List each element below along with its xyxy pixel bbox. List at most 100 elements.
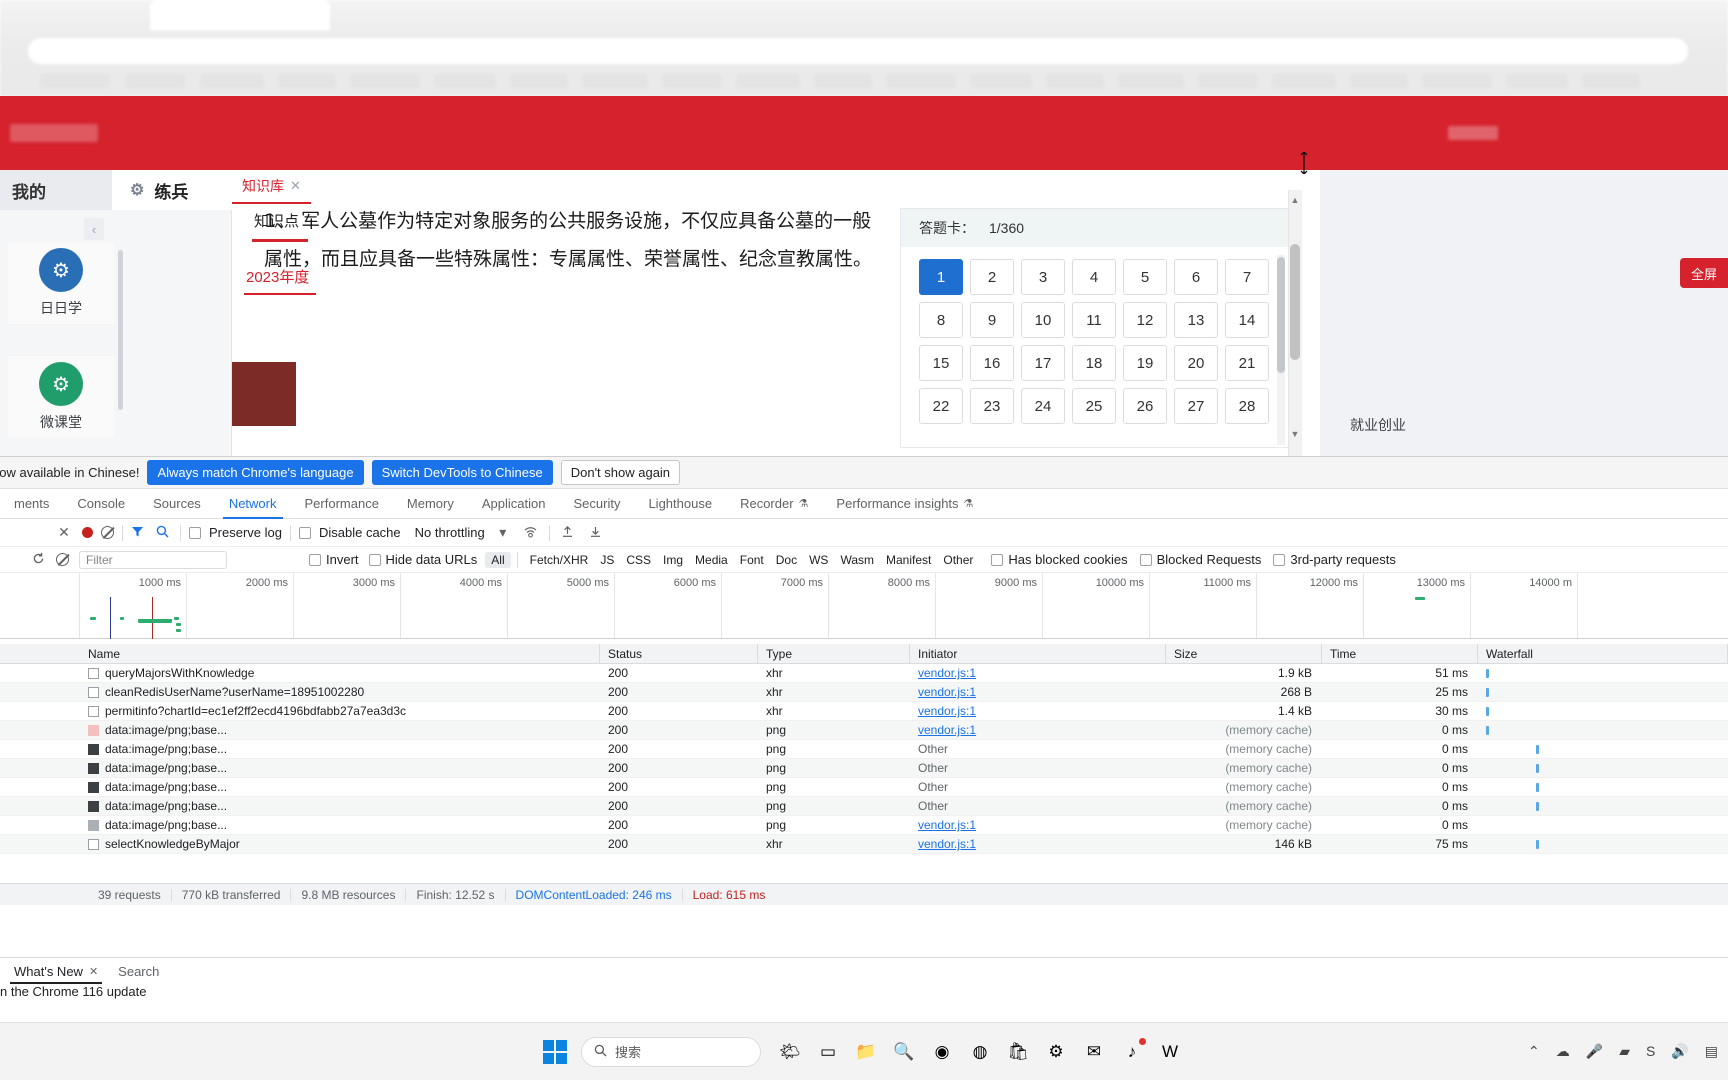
omnibox[interactable]: [28, 38, 1688, 64]
chevron-up-icon[interactable]: ⌃: [1528, 1043, 1540, 1060]
invert-checkbox[interactable]: [309, 553, 321, 566]
cell-initiator[interactable]: vendor.js:1: [910, 683, 1166, 702]
cell-initiator[interactable]: vendor.js:1: [910, 664, 1166, 683]
close-icon[interactable]: ✕: [54, 524, 74, 541]
devtools-tab-application[interactable]: Application: [468, 489, 560, 519]
filter-type-ws[interactable]: WS: [803, 552, 834, 568]
network-icon[interactable]: ▰: [1619, 1043, 1630, 1060]
preserve-log-checkbox[interactable]: [189, 526, 201, 539]
answer-cell[interactable]: 3: [1021, 259, 1065, 295]
filter-type-media[interactable]: Media: [689, 552, 734, 568]
blocked-requests-checkbox[interactable]: [1139, 553, 1152, 566]
close-icon[interactable]: ✕: [89, 965, 98, 978]
table-row[interactable]: selectKnowledgeByMajor 200 xhr vendor.js:1 1…: [0, 835, 1728, 854]
bookmark-item[interactable]: [1422, 74, 1492, 88]
bookmark-item[interactable]: [1582, 74, 1640, 88]
devtools-tab-ments[interactable]: ments: [0, 489, 63, 519]
site-tab-lianbing[interactable]: ⚙ 练兵: [112, 170, 232, 210]
answer-cell[interactable]: 7: [1225, 259, 1269, 295]
cell-initiator[interactable]: vendor.js:1: [910, 816, 1166, 835]
answer-cell[interactable]: 1: [919, 259, 963, 295]
taskbar-search-box[interactable]: 搜索: [581, 1036, 761, 1067]
has-blocked-cookies-checkbox[interactable]: [991, 553, 1004, 566]
sidebar-collapse-button[interactable]: ‹: [84, 218, 104, 240]
devtools-tab-performance-insights[interactable]: Performance insights ⚗: [822, 489, 987, 519]
filter-type-wasm[interactable]: Wasm: [834, 552, 880, 568]
cloud-icon[interactable]: ☁: [1556, 1043, 1570, 1060]
table-row[interactable]: data:image/png;base... 200 png Other (memory…: [0, 797, 1728, 816]
answer-cell[interactable]: 8: [919, 302, 963, 338]
devtools-tab-network[interactable]: Network: [215, 489, 291, 519]
answer-cell[interactable]: 15: [919, 345, 963, 381]
table-row[interactable]: data:image/png;base... 200 png vendor.js:1 (…: [0, 721, 1728, 740]
answer-cell[interactable]: 27: [1174, 388, 1218, 424]
devtools-tab-sources[interactable]: Sources: [139, 489, 215, 519]
scroll-up-icon[interactable]: ▲: [1289, 194, 1301, 206]
filter-type-img[interactable]: Img: [657, 552, 689, 568]
cell-initiator[interactable]: Other: [910, 797, 1166, 816]
notification-icon[interactable]: ▤: [1705, 1043, 1718, 1060]
initiator-link[interactable]: vendor.js:1: [918, 818, 976, 832]
reload-icon[interactable]: [28, 552, 48, 568]
answer-cell[interactable]: 10: [1021, 302, 1065, 338]
bookmark-item[interactable]: [434, 74, 496, 88]
answer-cell[interactable]: 13: [1174, 302, 1218, 338]
table-row[interactable]: data:image/png;base... 200 png Other (memory…: [0, 759, 1728, 778]
bookmark-item[interactable]: [200, 74, 264, 88]
bookmark-item[interactable]: [736, 74, 800, 88]
sogou-icon[interactable]: S: [1646, 1043, 1655, 1059]
clear-icon[interactable]: [56, 553, 69, 566]
bookmark-item[interactable]: [1506, 74, 1568, 88]
devtools-tab-recorder[interactable]: Recorder ⚗: [726, 489, 822, 519]
answer-card-scrollbar-thumb[interactable]: [1277, 257, 1285, 373]
windows-icon[interactable]: [543, 1039, 567, 1064]
bookmark-item[interactable]: [40, 74, 110, 88]
answer-cell[interactable]: 16: [970, 345, 1014, 381]
bookmark-item[interactable]: [886, 74, 956, 88]
table-row[interactable]: cleanRedisUserName?userName=18951002280 2…: [0, 683, 1728, 702]
filter-type-all[interactable]: All: [485, 551, 511, 568]
column-header-type[interactable]: Type: [758, 644, 910, 664]
answer-cell[interactable]: 28: [1225, 388, 1269, 424]
answer-cell[interactable]: 21: [1225, 345, 1269, 381]
record-icon[interactable]: [82, 527, 93, 538]
cell-initiator[interactable]: vendor.js:1: [910, 835, 1166, 854]
always-match-language-button[interactable]: Always match Chrome's language: [147, 460, 364, 485]
widgets-icon[interactable]: 🌤: [775, 1037, 805, 1067]
devtools-tab-memory[interactable]: Memory: [393, 489, 468, 519]
fullscreen-button[interactable]: 全屏: [1680, 258, 1728, 288]
cell-name[interactable]: data:image/png;base...: [80, 797, 600, 816]
cell-initiator[interactable]: vendor.js:1: [910, 721, 1166, 740]
bookmark-item[interactable]: [1350, 74, 1408, 88]
cell-initiator[interactable]: Other: [910, 778, 1166, 797]
close-icon[interactable]: ✕: [290, 178, 301, 194]
bookmark-item[interactable]: [814, 74, 872, 88]
answer-cell[interactable]: 26: [1123, 388, 1167, 424]
table-row[interactable]: queryMajorsWithKnowledge 200 xhr vendor.js:…: [0, 664, 1728, 683]
answer-cell[interactable]: 24: [1021, 388, 1065, 424]
bookmark-item[interactable]: [582, 74, 648, 88]
hide-data-urls-checkbox[interactable]: [368, 553, 381, 566]
throttling-select[interactable]: No throttling: [415, 525, 485, 540]
tab-knowledge-base[interactable]: 知识库 ✕: [232, 170, 311, 204]
store-icon[interactable]: 🛍: [1003, 1037, 1033, 1067]
answer-cell[interactable]: 9: [970, 302, 1014, 338]
clear-icon[interactable]: [101, 526, 114, 539]
bookmark-item[interactable]: [970, 74, 1032, 88]
filter-type-other[interactable]: Other: [937, 552, 979, 568]
answer-cell[interactable]: 4: [1072, 259, 1116, 295]
chrome-icon[interactable]: ◍: [965, 1037, 995, 1067]
content-scrollbar-thumb[interactable]: [1290, 244, 1300, 360]
bookmark-item[interactable]: [278, 74, 336, 88]
bookmark-item[interactable]: [1198, 74, 1258, 88]
import-har-icon[interactable]: [558, 525, 578, 541]
site-tab-mine[interactable]: 我的: [0, 170, 112, 210]
table-row[interactable]: data:image/png;base... 200 png Other (memory…: [0, 778, 1728, 797]
devtools-tab-performance[interactable]: Performance: [291, 489, 393, 519]
cell-name[interactable]: data:image/png;base...: [80, 816, 600, 835]
export-har-icon[interactable]: [586, 525, 606, 541]
devtools-tab-lighthouse[interactable]: Lighthouse: [634, 489, 726, 519]
drawer-tab-search[interactable]: Search: [108, 958, 169, 984]
side-card-weiketang[interactable]: ⚙ 微课堂: [8, 356, 114, 438]
site-header-action[interactable]: [1448, 126, 1498, 140]
